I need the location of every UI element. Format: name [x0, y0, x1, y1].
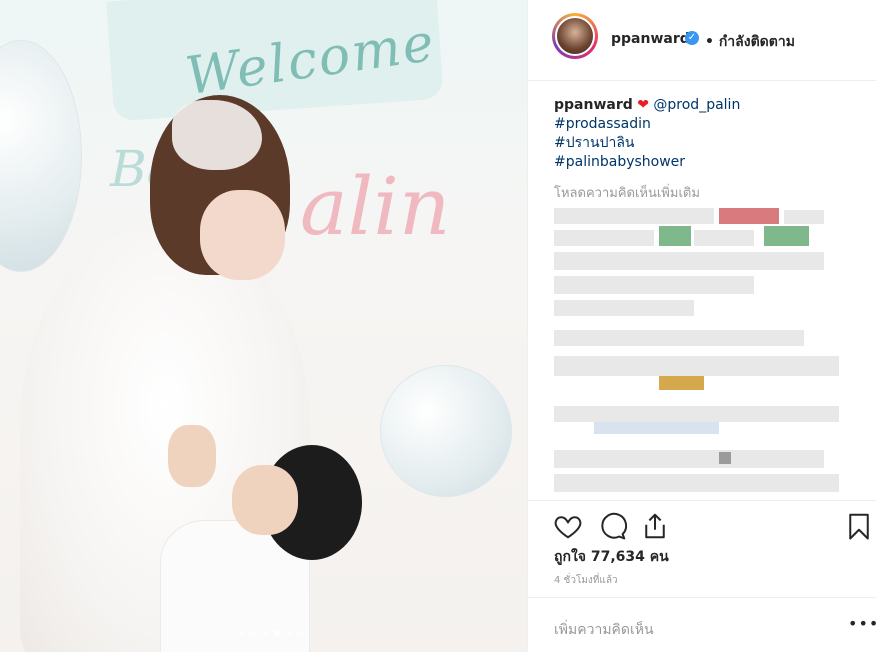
- carousel-dot-active: [274, 630, 280, 636]
- post-panel: ppanward ✓ • กำลังติดตาม ppanward ❤ @pro…: [527, 0, 876, 652]
- action-bar: [528, 500, 876, 551]
- blurred-comments: [554, 208, 844, 498]
- carousel-dot: [298, 630, 304, 636]
- carousel-dot: [262, 630, 268, 636]
- carousel-dots: [238, 630, 304, 636]
- add-comment-input[interactable]: เพิ่มความคิดเห็น: [554, 619, 654, 641]
- load-more-comments-link[interactable]: โหลดความคิดเห็นเพิ่มเติม: [554, 182, 700, 203]
- caption-mention[interactable]: @prod_palin: [653, 97, 740, 113]
- post-modal: Welcome Ba alin ppanward ✓ • กำลังติดตาม: [0, 0, 876, 652]
- post-timestamp[interactable]: 4 ชั่วโมงที่แล้ว: [554, 573, 618, 588]
- follow-status[interactable]: • กำลังติดตาม: [705, 31, 795, 53]
- likes-count[interactable]: ถูกใจ 77,634 คน: [554, 546, 669, 568]
- comment-bubble-icon[interactable]: [597, 511, 627, 541]
- caption-hashtag[interactable]: #ปรานปาลิน: [554, 134, 854, 153]
- caption: ppanward ❤ @prod_palin #prodassadin #ปรา…: [554, 96, 854, 172]
- header-username[interactable]: ppanward: [611, 31, 690, 47]
- post-photo[interactable]: Welcome Ba alin: [0, 0, 527, 652]
- more-options-icon[interactable]: •••: [848, 614, 876, 633]
- caption-username[interactable]: ppanward: [554, 97, 633, 113]
- heart-outline-icon[interactable]: [553, 511, 583, 541]
- avatar-image: [555, 16, 595, 56]
- carousel-dot: [250, 630, 256, 636]
- caption-hashtag[interactable]: #palinbabyshower: [554, 153, 854, 172]
- caption-hashtag[interactable]: #prodassadin: [554, 115, 854, 134]
- add-comment-section: เพิ่มความคิดเห็น •••: [528, 597, 876, 653]
- share-icon[interactable]: [640, 511, 670, 541]
- verified-badge-icon: ✓: [685, 31, 699, 45]
- balloon-right: [380, 365, 512, 497]
- woman-face: [200, 190, 285, 280]
- balloon-left: [0, 40, 82, 272]
- heart-emoji-icon: ❤: [637, 97, 649, 113]
- boy-face: [232, 465, 298, 535]
- boy-hand: [168, 425, 216, 487]
- avatar[interactable]: [552, 13, 598, 59]
- carousel-dot: [238, 630, 244, 636]
- bookmark-icon[interactable]: [844, 511, 874, 541]
- backdrop-text-right: alin: [300, 160, 451, 253]
- carousel-dot: [286, 630, 292, 636]
- post-header: ppanward ✓ • กำลังติดตาม: [528, 0, 876, 81]
